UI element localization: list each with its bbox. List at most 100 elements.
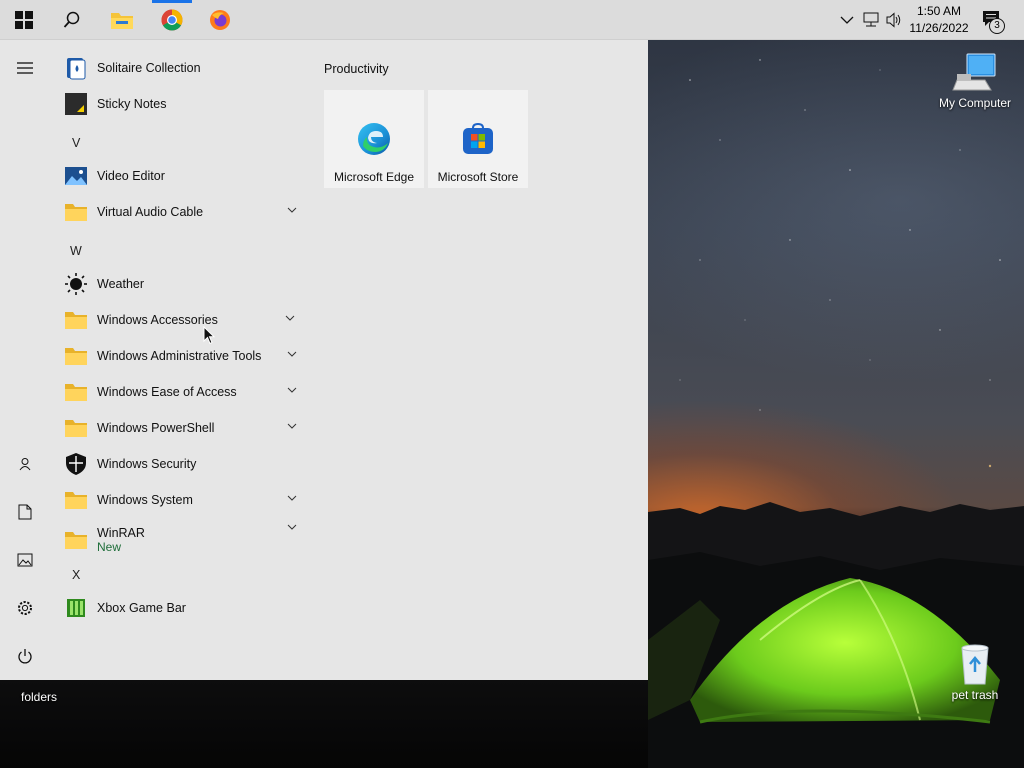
app-windows-accessories[interactable]: Windows Accessories: [58, 304, 308, 336]
start-button[interactable]: [0, 0, 48, 40]
action-center-button[interactable]: 3: [982, 10, 1006, 34]
section-letter-x[interactable]: X: [72, 568, 80, 582]
chevron-down-icon[interactable]: [284, 313, 296, 323]
app-winrar[interactable]: WinRAR New: [58, 520, 308, 560]
app-label: Sticky Notes: [97, 97, 167, 111]
hamburger-menu-icon: [17, 62, 33, 74]
chrome-icon: [161, 9, 183, 31]
pictures-button[interactable]: [0, 540, 50, 580]
sticky-notes-icon: [64, 92, 88, 116]
app-label: Video Editor: [97, 169, 165, 183]
tile-label: Microsoft Edge: [333, 170, 415, 184]
taskbar-firefox[interactable]: [196, 0, 244, 40]
start-rail: [0, 40, 50, 680]
chevron-down-icon[interactable]: [286, 349, 298, 359]
taskbar-file-explorer[interactable]: [98, 0, 146, 40]
app-label: Weather: [97, 277, 145, 291]
tile-microsoft-store[interactable]: Microsoft Store: [428, 90, 528, 188]
app-xbox-game-bar[interactable]: Xbox Game Bar: [58, 592, 308, 624]
section-letter-v[interactable]: V: [72, 136, 80, 150]
chevron-down-icon[interactable]: [286, 522, 298, 532]
new-badge: New: [97, 540, 122, 554]
app-label: Windows Ease of Access: [97, 385, 237, 399]
chevron-down-icon[interactable]: [286, 205, 298, 215]
taskbar-chrome[interactable]: [148, 0, 196, 40]
app-windows-powershell[interactable]: Windows PowerShell: [58, 412, 308, 444]
tile-label: Microsoft Store: [437, 170, 519, 184]
app-label: Windows PowerShell: [97, 421, 215, 435]
windows-logo-icon: [15, 11, 33, 29]
firefox-icon: [210, 10, 230, 30]
app-windows-ease-of-access[interactable]: Windows Ease of Access: [58, 376, 308, 408]
app-virtual-audio-cable[interactable]: Virtual Audio Cable: [58, 196, 308, 228]
search-icon: [63, 11, 80, 28]
app-windows-security[interactable]: Windows Security: [58, 448, 308, 480]
power-button[interactable]: [0, 636, 50, 676]
clock-time: 1:50 AM: [916, 4, 962, 18]
section-letter-w[interactable]: W: [70, 244, 82, 258]
xbox-game-bar-icon: [64, 596, 88, 620]
folders-desktop-icon[interactable]: folders: [0, 690, 84, 704]
folder-icon: [64, 380, 88, 404]
folder-icon: [64, 416, 88, 440]
app-weather[interactable]: Weather: [58, 268, 308, 300]
clock-date: 11/26/2022: [909, 21, 969, 35]
app-label: WinRAR New: [97, 526, 145, 554]
my-computer-label: My Computer: [938, 96, 1012, 110]
edge-icon: [358, 123, 390, 155]
store-icon: [463, 122, 493, 154]
app-sticky-notes[interactable]: Sticky Notes: [58, 88, 308, 120]
user-icon: [19, 458, 31, 471]
app-label: Solitaire Collection: [97, 61, 201, 75]
app-label: Virtual Audio Cable: [97, 205, 204, 219]
volume-icon[interactable]: [885, 12, 903, 28]
documents-button[interactable]: [0, 492, 50, 532]
video-editor-icon: [64, 164, 88, 188]
pet-trash-desktop-icon[interactable]: pet trash: [930, 642, 1020, 702]
folder-icon: [64, 528, 88, 552]
chevron-down-icon[interactable]: [286, 385, 298, 395]
recycle-bin-icon: [961, 644, 989, 685]
documents-icon: [18, 504, 32, 520]
chevron-down-icon[interactable]: [286, 493, 298, 503]
power-icon: [18, 649, 32, 664]
app-video-editor[interactable]: Video Editor: [58, 160, 308, 192]
account-button[interactable]: [0, 444, 50, 484]
computer-icon: [952, 53, 996, 91]
network-icon[interactable]: [862, 12, 880, 28]
system-clock[interactable]: 1:50 AM 11/26/2022: [902, 3, 976, 37]
app-label: Windows Administrative Tools: [97, 349, 262, 363]
folder-icon: [64, 344, 88, 368]
show-hidden-icons-chevron-icon[interactable]: [840, 14, 854, 26]
app-solitaire-collection[interactable]: Solitaire Collection: [58, 52, 308, 84]
shield-icon: [64, 452, 88, 476]
app-label: Windows System: [97, 493, 193, 507]
chevron-down-icon[interactable]: [286, 421, 298, 431]
app-label: Windows Security: [97, 457, 197, 471]
tile-microsoft-edge[interactable]: Microsoft Edge: [324, 90, 424, 188]
all-apps-list: Solitaire Collection Sticky Notes V Vide…: [50, 40, 312, 680]
active-app-indicator: [152, 0, 192, 3]
settings-button[interactable]: [0, 588, 50, 628]
expand-menu-button[interactable]: [0, 48, 50, 88]
app-label: Windows Accessories: [97, 313, 218, 327]
pet-trash-label: pet trash: [951, 688, 999, 702]
folders-label: folders: [20, 690, 58, 704]
weather-sun-icon: [64, 272, 88, 296]
mouse-cursor-icon: [203, 326, 216, 345]
taskbar: 1:50 AM 11/26/2022 3: [0, 0, 1024, 40]
tiles-area: Productivity Microsoft Edge Microsoft St…: [312, 40, 648, 680]
folder-icon: [64, 308, 88, 332]
notification-count-badge: 3: [989, 18, 1005, 34]
search-button[interactable]: [48, 0, 96, 40]
app-windows-system[interactable]: Windows System: [58, 484, 308, 516]
pictures-icon: [17, 553, 33, 567]
my-computer-desktop-icon[interactable]: My Computer: [930, 50, 1020, 110]
winrar-label: WinRAR: [97, 526, 145, 540]
folder-icon: [64, 488, 88, 512]
settings-icon: [18, 601, 32, 615]
app-windows-administrative-tools[interactable]: Windows Administrative Tools: [58, 340, 308, 372]
tile-group-title[interactable]: Productivity: [324, 62, 389, 76]
folder-icon: [64, 200, 88, 224]
folder-icon: [111, 13, 133, 29]
